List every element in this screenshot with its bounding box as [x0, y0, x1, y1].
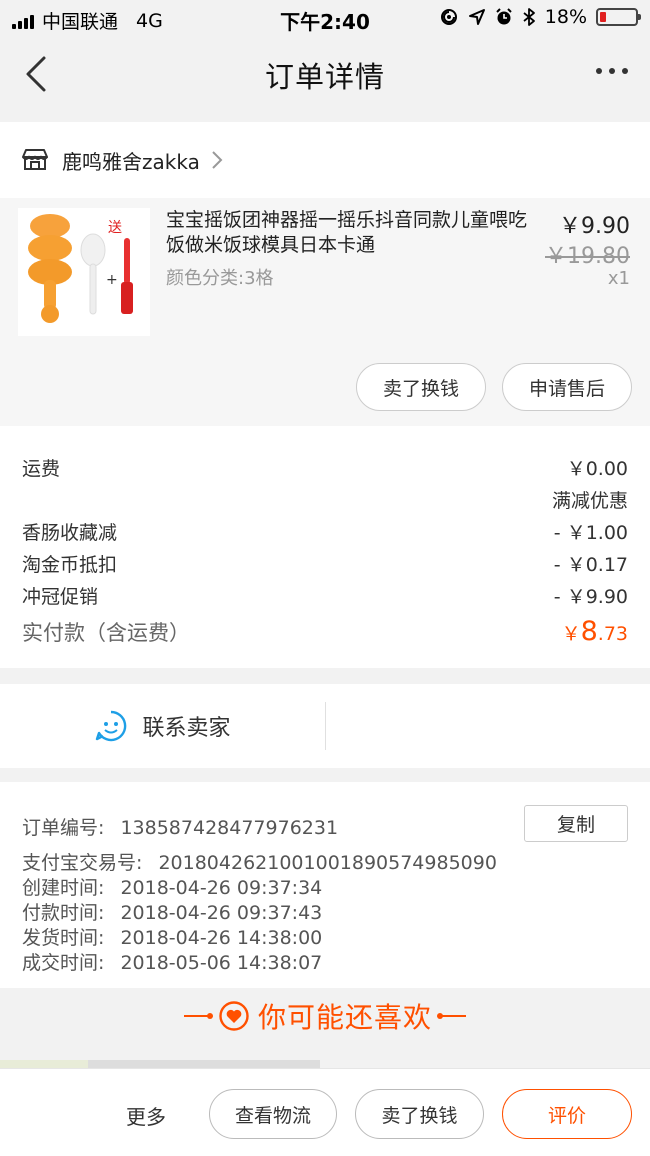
shop-name[interactable]: 鹿鸣雅舍zakka [62, 146, 200, 175]
total-row: 实付款（含运费） ￥8.73 [22, 616, 628, 647]
battery-percent: 18% [544, 6, 587, 28]
info-value: 2018042621001001890574985090 [158, 852, 497, 874]
info-line: 发货时间: 2018-04-26 14:38:00 [22, 923, 322, 950]
order-number-line: 订单编号: 138587428477976231 [22, 813, 338, 840]
after-sale-button[interactable]: 申请售后 [502, 363, 632, 411]
info-label: 支付宝交易号: [22, 852, 143, 874]
info-label: 成交时间: [22, 952, 105, 974]
location-lock-icon [440, 9, 457, 25]
product-spec: 颜色分类:3格 [166, 268, 274, 289]
view-logistics-button[interactable]: 查看物流 [209, 1089, 337, 1139]
bottom-action-bar: 更多 查看物流 卖了换钱 评价 [0, 1068, 650, 1156]
decor-line-left [183, 1013, 213, 1019]
info-label: 发货时间: [22, 927, 105, 949]
fee-item-row: 淘金币抵扣 - ￥0.17 [22, 550, 628, 577]
recommend-header: 你可能还喜欢 [0, 996, 650, 1036]
info-value: 2018-05-06 14:38:07 [120, 952, 323, 974]
chevron-right-icon [212, 151, 223, 169]
info-line: 成交时间: 2018-05-06 14:38:07 [22, 948, 322, 975]
info-line: 支付宝交易号: 2018042621001001890574985090 [22, 848, 497, 875]
total-label: 实付款（含运费） [22, 621, 190, 645]
fee-item-value: - ￥0.17 [553, 554, 628, 576]
shipping-label: 运费 [22, 458, 61, 480]
product-image[interactable]: 送 + [18, 208, 150, 336]
product-original-price: ￥19.80 [545, 244, 630, 269]
order-number-label: 订单编号: [22, 817, 105, 839]
info-line: 付款时间: 2018-04-26 09:37:43 [22, 898, 322, 925]
info-label: 付款时间: [22, 902, 105, 924]
recommend-title: 你可能还喜欢 [257, 1001, 432, 1034]
info-label: 创建时间: [22, 877, 105, 899]
fee-item-row: 香肠收藏减 - ￥1.00 [22, 518, 628, 545]
total-currency: ￥ [561, 623, 581, 645]
fee-item-value: - ￥9.90 [553, 586, 628, 608]
product-price: ￥9.90 [559, 214, 630, 239]
bluetooth-icon [523, 8, 535, 26]
location-arrow-icon [468, 9, 485, 25]
shipping-row: 运费 ￥0.00 [22, 454, 628, 481]
contact-divider [325, 702, 326, 750]
decor-line-right [437, 1013, 466, 1019]
info-value: 2018-04-26 14:38:00 [120, 927, 323, 949]
total-decimal: .73 [597, 623, 628, 645]
contact-seller-button[interactable]: 联系卖家 [0, 684, 325, 768]
copy-button[interactable]: 复制 [524, 805, 628, 842]
order-info: 订单编号: 138587428477976231 复制 支付宝交易号: 2018… [0, 782, 650, 988]
info-value: 2018-04-26 09:37:43 [120, 902, 323, 924]
status-bar: 中国联通 4G 下午2:40 18% [0, 0, 650, 36]
alarm-icon [496, 8, 512, 25]
fee-item-label: 冲冠促销 [22, 586, 99, 608]
contact-section: 联系卖家 [0, 684, 650, 768]
fee-item-label: 香肠收藏减 [22, 522, 118, 544]
shop-row[interactable]: 鹿鸣雅舍zakka [0, 122, 650, 198]
smiley-chat-icon [96, 710, 127, 742]
battery-icon [596, 8, 641, 26]
total-value: ￥8.73 [562, 616, 628, 647]
sell-for-cash-button[interactable]: 卖了换钱 [356, 363, 486, 411]
total-integer: 8 [580, 616, 598, 647]
info-line: 创建时间: 2018-04-26 09:37:34 [22, 873, 322, 900]
product-title[interactable]: 宝宝摇饭团神器摇一摇乐抖音同款儿童喂吃饭做米饭球模具日本卡通 [166, 208, 541, 258]
more-dots-icon[interactable] [596, 68, 628, 74]
status-right: 18% [439, 6, 641, 28]
fee-summary: 运费 ￥0.00 满减优惠 香肠收藏减 - ￥1.00 淘金币抵扣 - ￥0.1… [0, 426, 650, 668]
info-value: 2018-04-26 09:37:34 [120, 877, 323, 899]
recommend-section: 你可能还喜欢 [0, 988, 650, 1070]
contact-seller-label: 联系卖家 [142, 716, 231, 741]
shipping-value: ￥0.00 [566, 458, 628, 480]
nav-bar: 订单详情 [0, 36, 650, 112]
more-button[interactable]: 更多 [126, 1101, 166, 1130]
shop-icon [22, 149, 48, 170]
order-number-value: 138587428477976231 [120, 817, 339, 839]
review-button[interactable]: 评价 [502, 1089, 632, 1139]
fee-item-row: 冲冠促销 - ￥9.90 [22, 582, 628, 609]
product-quantity: x1 [607, 268, 630, 289]
image-plus: + [106, 272, 118, 288]
fee-item-label: 淘金币抵扣 [22, 554, 118, 576]
product-block: 送 + 宝宝摇饭团神器摇一摇乐抖音同款儿童喂吃饭做米饭球模具日本卡通 颜色分类:… [0, 198, 650, 426]
page-title: 订单详情 [264, 60, 385, 94]
image-badge: 送 [108, 220, 122, 236]
sell-for-cash-button[interactable]: 卖了换钱 [355, 1089, 484, 1139]
heart-circle-icon [219, 1001, 249, 1031]
fee-item-value: - ￥1.00 [553, 522, 628, 544]
discount-header: 满减优惠 [551, 490, 628, 512]
